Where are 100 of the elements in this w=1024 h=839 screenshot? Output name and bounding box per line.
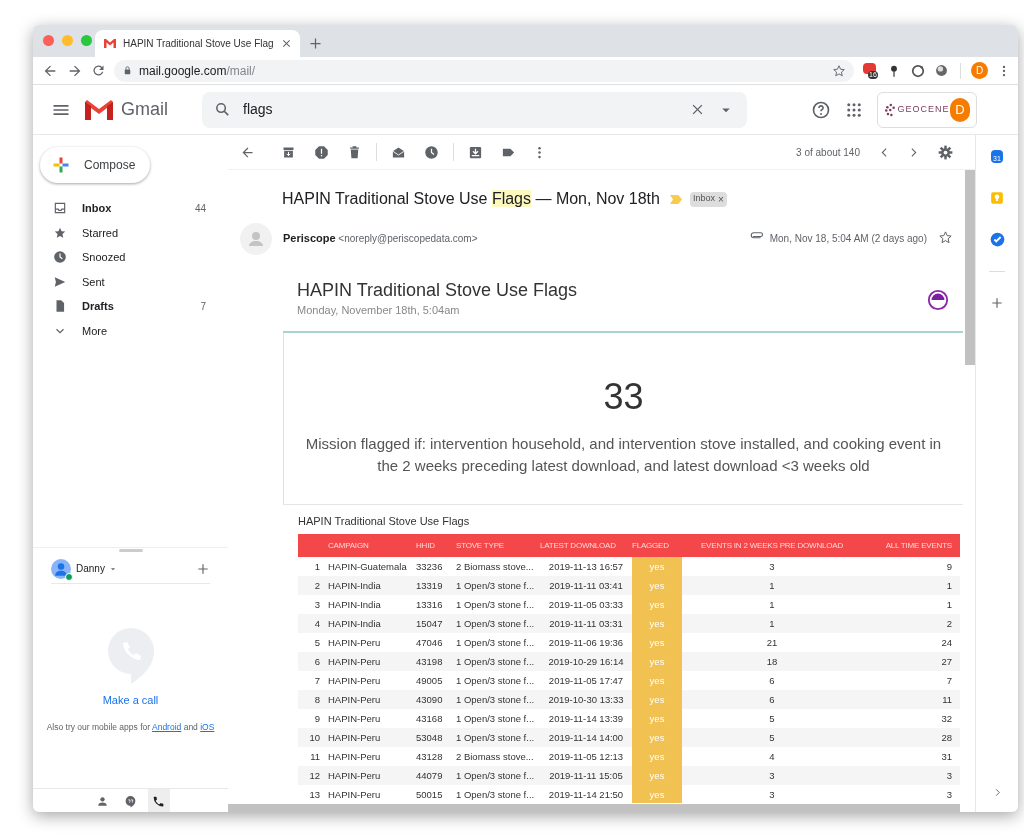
table-cell-text: 1 Open/3 stone f... bbox=[456, 788, 536, 802]
table-cell: yes bbox=[632, 633, 682, 652]
table-cell-text: HAPIN-Peru bbox=[328, 769, 382, 783]
table-cell-text: HAPIN-Peru bbox=[328, 655, 382, 669]
sender-avatar-icon bbox=[240, 223, 272, 255]
importance-marker-icon[interactable] bbox=[669, 194, 682, 204]
snooze-icon[interactable] bbox=[424, 144, 439, 160]
periscope-logo-icon bbox=[927, 289, 949, 311]
table-cell-text: 2019-11-05 17:47 bbox=[547, 674, 625, 688]
table-cell-text: 1 Open/3 stone f... bbox=[456, 617, 536, 631]
table-cell: yes bbox=[632, 671, 682, 690]
clear-search-icon[interactable] bbox=[690, 102, 705, 117]
table-cell: yes bbox=[632, 728, 682, 747]
table-cell: yes bbox=[632, 557, 682, 576]
table-cell: yes bbox=[632, 747, 682, 766]
search-input[interactable]: flags bbox=[243, 99, 690, 120]
table-cell-text: 3 bbox=[313, 598, 321, 612]
table-cell-text: 2 Biomass stove... bbox=[456, 750, 535, 764]
email-date: Mon, Nov 18, 5:04 AM (2 days ago) bbox=[769, 232, 927, 246]
table-cell-text: 12 bbox=[308, 769, 321, 783]
table-cell: yes bbox=[632, 595, 682, 614]
table-cell-text: 1 bbox=[945, 598, 953, 612]
table-cell-text: 4 bbox=[313, 617, 321, 631]
report-spam-icon[interactable] bbox=[314, 144, 329, 160]
nav-item[interactable]: Drafts 7 bbox=[33, 294, 228, 319]
nav-item[interactable]: More bbox=[33, 318, 228, 343]
table-cell: yes bbox=[632, 785, 682, 803]
table-cell-text: 4 bbox=[768, 750, 776, 764]
table-cell-text: 2019-11-06 19:36 bbox=[547, 636, 625, 650]
table-cell-text: HAPIN-Peru bbox=[328, 731, 382, 745]
delete-icon[interactable] bbox=[347, 144, 362, 160]
compose-button[interactable]: Compose bbox=[40, 147, 150, 183]
apps-icon[interactable] bbox=[845, 100, 863, 119]
table-cell-text: 6 bbox=[768, 693, 776, 707]
ball-icon[interactable] bbox=[935, 64, 948, 77]
star-icon[interactable] bbox=[938, 230, 953, 245]
table-cell-text: 49005 bbox=[416, 674, 444, 688]
nav-item[interactable]: Starred bbox=[33, 220, 228, 245]
table-cell-text: 3 bbox=[945, 788, 953, 802]
account-switcher[interactable]: GEOCENE D bbox=[877, 91, 977, 128]
bookmark-star-icon[interactable] bbox=[832, 63, 846, 78]
table-cell-text: 18 bbox=[765, 655, 779, 669]
help-icon[interactable] bbox=[811, 99, 831, 120]
table-cell-text: 3 bbox=[768, 560, 776, 574]
table-cell-text: HAPIN-India bbox=[328, 579, 382, 593]
nav-item[interactable]: Sent bbox=[33, 269, 228, 294]
move-to-icon[interactable] bbox=[468, 144, 483, 160]
gmail-m-icon bbox=[85, 99, 113, 120]
table-cell-text: 13 bbox=[308, 788, 321, 802]
phone-icon bbox=[152, 794, 165, 808]
table-cell-text: 43090 bbox=[416, 693, 444, 707]
report-subtitle: Monday, November 18th, 5:04am bbox=[297, 303, 461, 318]
table-cell: yes bbox=[632, 614, 682, 633]
url-text: mail.google.com/mail/ bbox=[139, 62, 256, 80]
table-cell-text: HAPIN-Peru bbox=[328, 674, 382, 688]
lock-icon bbox=[122, 65, 133, 76]
inbox-icon bbox=[53, 201, 67, 216]
android-link[interactable]: Android bbox=[152, 721, 182, 732]
table-cell-text: 28 bbox=[940, 731, 953, 745]
user-avatar bbox=[51, 558, 71, 579]
nav-item[interactable]: Snoozed bbox=[33, 245, 228, 270]
table-cell-text: HAPIN-India bbox=[328, 598, 382, 612]
table-cell-text: 21 bbox=[765, 636, 779, 650]
table-cell-text: 1 bbox=[945, 579, 953, 593]
address-bar[interactable]: mail.google.com/mail/ bbox=[114, 59, 854, 82]
browser-tab[interactable]: HAPIN Traditional Stove Use Flag bbox=[95, 30, 300, 57]
scrollbar-thumb[interactable] bbox=[965, 170, 975, 365]
search-icon[interactable] bbox=[214, 101, 231, 118]
table-cell-text: 11 bbox=[941, 693, 953, 707]
table-cell-text: 2019-11-14 14:00 bbox=[547, 731, 625, 745]
table-cell-text: 11 bbox=[309, 750, 321, 764]
ios-link[interactable]: iOS bbox=[200, 721, 215, 732]
table-cell-text: 33236 bbox=[416, 560, 444, 574]
remove-label-button[interactable]: × bbox=[718, 191, 724, 207]
user-menu[interactable]: Danny bbox=[76, 561, 118, 576]
table-cell-text: 1 Open/3 stone f... bbox=[456, 712, 536, 726]
table-cell-text: HAPIN-Peru bbox=[328, 636, 382, 650]
search-field[interactable]: flags bbox=[202, 91, 747, 128]
table-cell-text: 44079 bbox=[416, 769, 444, 783]
make-call-link[interactable]: Make a call bbox=[102, 692, 159, 709]
close-icon[interactable] bbox=[281, 38, 292, 49]
settings-icon[interactable] bbox=[938, 144, 953, 160]
reload-icon[interactable] bbox=[91, 63, 106, 78]
table-cell-text: 1 Open/3 stone f... bbox=[456, 769, 536, 783]
metric-description: Mission flagged if: intervention household, and intervention stove installed, and cooking event in the 2 weeks preceding latest download, and latest download <3 weeks old bbox=[304, 433, 943, 476]
table-cell-text: 2019-10-30 13:33 bbox=[547, 693, 625, 707]
table-cell-text: 10 bbox=[308, 731, 321, 745]
inbox-label[interactable]: Inbox × bbox=[689, 191, 727, 207]
new-tab-icon[interactable] bbox=[308, 36, 323, 51]
phone-tab[interactable] bbox=[147, 789, 170, 812]
table-cell-text: 5 bbox=[313, 636, 321, 650]
table-cell-text: 2019-11-14 21:50 bbox=[547, 788, 625, 802]
scrollbar-thumb[interactable] bbox=[228, 804, 960, 812]
add-icon[interactable] bbox=[990, 296, 1004, 310]
gmail-logo[interactable]: Gmail bbox=[85, 96, 168, 123]
tasks-icon[interactable] bbox=[989, 232, 1005, 247]
table-cell-text: 53048 bbox=[416, 731, 444, 745]
nav-item[interactable]: Inbox 44 bbox=[33, 196, 228, 221]
chat-icon bbox=[124, 794, 137, 808]
dots-logo-icon bbox=[884, 101, 898, 118]
